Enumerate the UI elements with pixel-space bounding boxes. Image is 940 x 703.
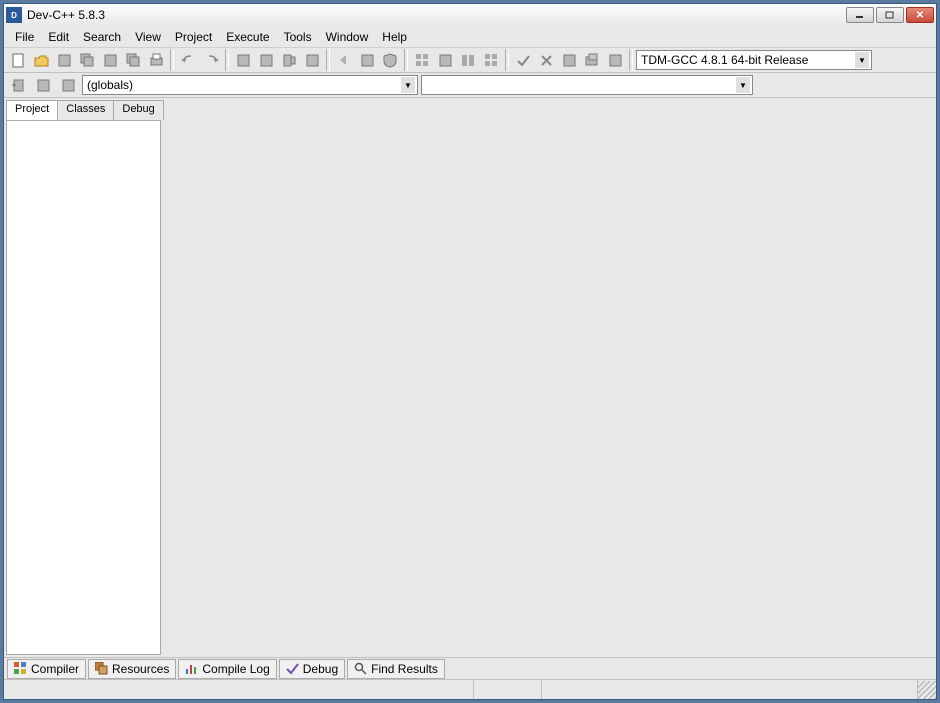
compiler-select[interactable]: TDM-GCC 4.8.1 64-bit Release ▼	[636, 50, 872, 70]
scope-select[interactable]: (globals) ▼	[82, 75, 418, 95]
project-tree[interactable]	[6, 120, 161, 655]
check-icon	[286, 662, 299, 675]
side-panel: Project Classes Debug	[6, 100, 161, 655]
window-title: Dev-C++ 5.8.3	[27, 8, 846, 22]
menu-search[interactable]: Search	[76, 28, 128, 45]
tab-find-results[interactable]: Find Results	[347, 659, 445, 679]
scope-select-value: (globals)	[87, 78, 133, 92]
tab-compiler[interactable]: Compiler	[7, 659, 86, 679]
toggle-button[interactable]	[32, 74, 54, 96]
nav-fwd-button[interactable]	[356, 49, 378, 71]
insert-button[interactable]	[7, 74, 29, 96]
new-button[interactable]	[7, 49, 29, 71]
save-button[interactable]	[53, 49, 75, 71]
member-select[interactable]: ▼	[421, 75, 753, 95]
menu-view[interactable]: View	[128, 28, 168, 45]
nav-back-button[interactable]	[333, 49, 355, 71]
menubar: File Edit Search View Project Execute To…	[4, 26, 936, 48]
check-button[interactable]	[512, 49, 534, 71]
tab-debug-label: Debug	[303, 662, 338, 676]
dropdown-arrow-icon: ▼	[736, 77, 750, 93]
tab-debug-bottom[interactable]: Debug	[279, 659, 345, 679]
main-body: Project Classes Debug	[4, 98, 936, 657]
app-window: D Dev-C++ 5.8.3 ✕ File Edit Search View …	[3, 3, 937, 700]
grid-icon	[14, 662, 27, 675]
grid3-button[interactable]	[457, 49, 479, 71]
menu-help[interactable]: Help	[375, 28, 414, 45]
close-button[interactable]: ✕	[906, 7, 934, 23]
save-all-button[interactable]	[76, 49, 98, 71]
compile-button[interactable]	[558, 49, 580, 71]
shield-button[interactable]	[379, 49, 401, 71]
status-cell-1	[4, 680, 474, 699]
tab-resources[interactable]: Resources	[88, 659, 176, 679]
tb-btn-2[interactable]	[255, 49, 277, 71]
app-icon: D	[6, 7, 22, 23]
bottom-tabs: Compiler Resources Compile Log Debug Fin…	[4, 657, 936, 679]
tab-compiler-label: Compiler	[31, 662, 79, 676]
tab-compile-log-label: Compile Log	[202, 662, 269, 676]
menu-project[interactable]: Project	[168, 28, 219, 45]
print-button[interactable]	[145, 49, 167, 71]
compiler-select-value: TDM-GCC 4.8.1 64-bit Release	[641, 53, 808, 67]
close-all-button[interactable]	[122, 49, 144, 71]
dropdown-arrow-icon: ▼	[401, 77, 415, 93]
status-cell-3	[542, 680, 918, 699]
menu-execute[interactable]: Execute	[219, 28, 276, 45]
stack-icon	[95, 662, 108, 675]
tab-resources-label: Resources	[112, 662, 169, 676]
undo-button[interactable]	[177, 49, 199, 71]
open-button[interactable]	[30, 49, 52, 71]
class-toolbar: (globals) ▼ ▼	[4, 73, 936, 98]
run-button[interactable]	[581, 49, 603, 71]
compile-run-button[interactable]	[604, 49, 626, 71]
grid2-button[interactable]	[434, 49, 456, 71]
redo-button[interactable]	[200, 49, 222, 71]
status-cell-2	[474, 680, 542, 699]
dropdown-arrow-icon: ▼	[855, 52, 869, 68]
minimize-button[interactable]	[846, 7, 874, 23]
tab-project[interactable]: Project	[6, 100, 58, 120]
menu-window[interactable]: Window	[319, 28, 376, 45]
menu-file[interactable]: File	[8, 28, 41, 45]
tab-classes[interactable]: Classes	[57, 100, 114, 120]
tab-find-results-label: Find Results	[371, 662, 438, 676]
close-button-tb[interactable]	[99, 49, 121, 71]
main-toolbar: TDM-GCC 4.8.1 64-bit Release ▼	[4, 48, 936, 73]
bar-icon	[185, 662, 198, 675]
statusbar	[4, 679, 936, 699]
goto-button[interactable]	[57, 74, 79, 96]
tb-btn-3[interactable]	[278, 49, 300, 71]
titlebar: D Dev-C++ 5.8.3 ✕	[4, 4, 936, 26]
maximize-button[interactable]	[876, 7, 904, 23]
side-tabs: Project Classes Debug	[6, 100, 161, 120]
grid1-button[interactable]	[411, 49, 433, 71]
search-icon	[354, 662, 367, 675]
menu-tools[interactable]: Tools	[277, 28, 319, 45]
menu-edit[interactable]: Edit	[41, 28, 76, 45]
tab-compile-log[interactable]: Compile Log	[178, 659, 276, 679]
grid4-button[interactable]	[480, 49, 502, 71]
tb-btn-4[interactable]	[301, 49, 323, 71]
tab-debug[interactable]: Debug	[113, 100, 163, 120]
tb-btn-1[interactable]	[232, 49, 254, 71]
resize-grip[interactable]	[918, 681, 936, 699]
cross-button[interactable]	[535, 49, 557, 71]
editor-area[interactable]	[165, 100, 934, 655]
